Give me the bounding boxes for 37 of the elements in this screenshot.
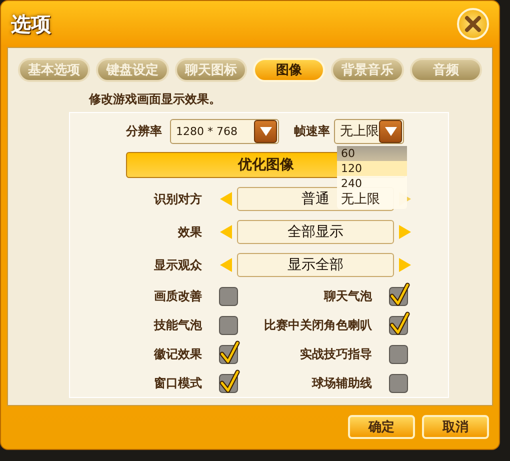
right-arrow-icon (399, 258, 411, 272)
left-arrow-icon (220, 225, 232, 239)
left-arrow-icon (220, 258, 232, 272)
selector-value: 显示全部 (237, 253, 394, 277)
checkbox-label: 徽记效果 (154, 346, 202, 363)
checkbox-label: 画质改善 (154, 288, 202, 305)
frame-rate-label: 帧速率 (294, 122, 330, 140)
down-arrow-icon (260, 126, 272, 136)
checkbox-label: 球场辅助线 (312, 375, 372, 392)
checkbox-label: 技能气泡 (154, 317, 202, 334)
checkbox[interactable] (389, 282, 410, 306)
selector-value: 全部显示 (237, 220, 394, 244)
selector-label: 显示观众 (153, 256, 202, 274)
checkbox-label: 比赛中关闭角色喇叭 (264, 317, 372, 334)
checkbox-label: 聊天气泡 (324, 288, 372, 305)
checkbox[interactable] (219, 340, 240, 364)
left-arrow-icon (220, 192, 232, 206)
window-title: 选项 (11, 10, 51, 38)
checkbox[interactable] (219, 369, 240, 393)
close-icon (464, 15, 482, 33)
frame-rate-dropdown[interactable]: 无上限 (334, 118, 404, 144)
resolution-label: 分辨率 (126, 122, 162, 140)
selector-label: 识别对方 (152, 190, 202, 208)
checkbox-label: 窗口模式 (154, 375, 202, 392)
close-button[interactable] (457, 8, 489, 40)
right-arrow-icon (399, 225, 411, 239)
menu-option[interactable]: 60 (337, 146, 407, 161)
selector-label: 效果 (176, 224, 202, 240)
cancel-button[interactable]: 取消 (422, 415, 489, 439)
resolution-dropdown[interactable]: 1280 * 768 (170, 118, 279, 144)
description-text: 修改游戏画面显示效果。 (89, 91, 222, 108)
checkbox-label: 实战技巧指导 (300, 346, 372, 363)
down-arrow-icon (384, 126, 396, 136)
tab[interactable]: 图像 (252, 58, 326, 82)
confirm-button[interactable]: 确定 (348, 415, 415, 439)
menu-option[interactable]: 120 (337, 161, 407, 176)
checkbox[interactable] (389, 311, 410, 335)
